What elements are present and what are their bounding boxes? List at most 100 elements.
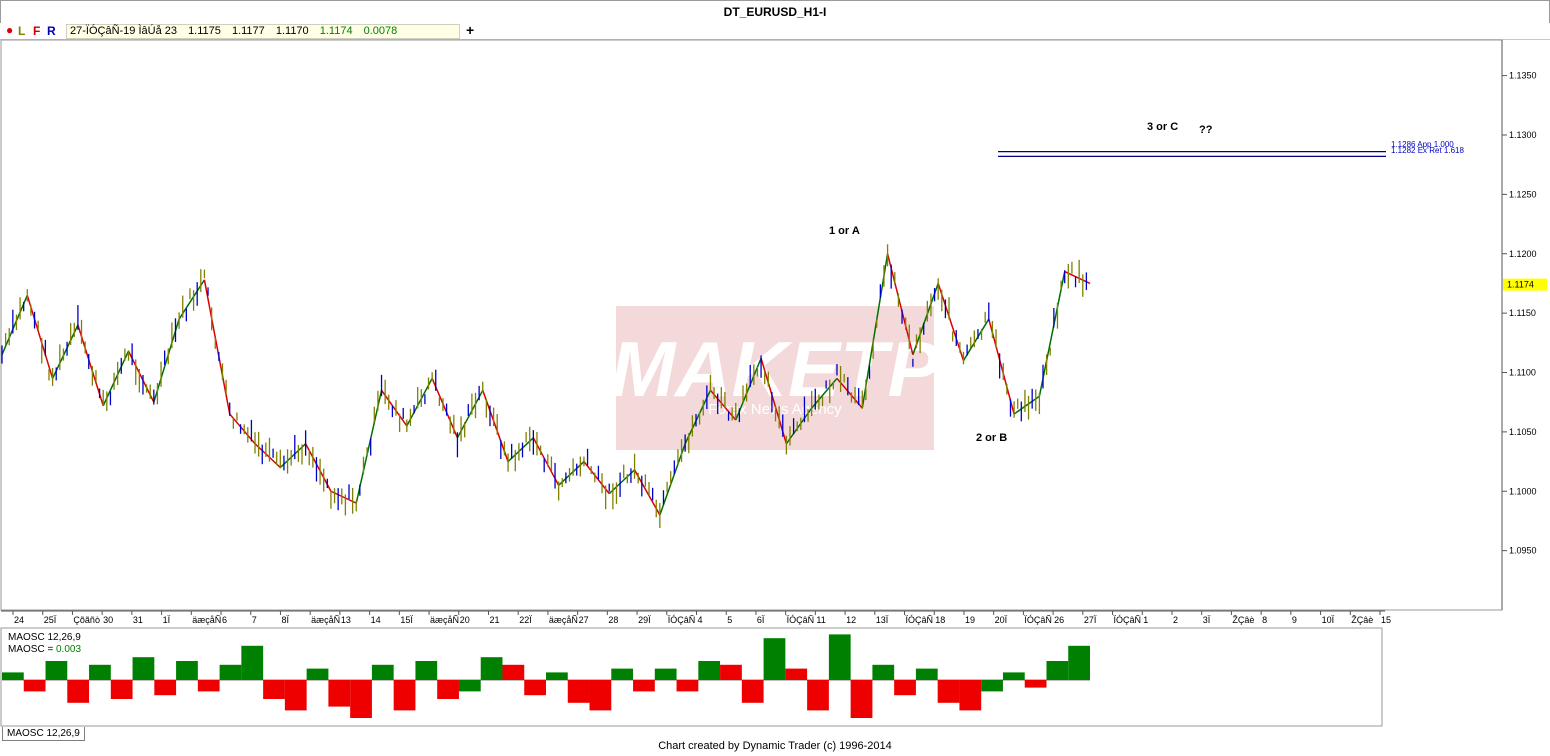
oscillator-histogram: [2, 634, 1090, 718]
oscillator-bar: [306, 668, 329, 680]
price-axis: 1.1350 1.1300 1.1250 1.1200 1.1150 1.1100 1.10…: [1502, 71, 1537, 556]
oscillator-bar: [915, 668, 938, 680]
x-tick-label: 24: [14, 615, 24, 625]
wave-label-question: ??: [1199, 124, 1213, 136]
x-tick-label: 13Ï: [876, 615, 889, 625]
oscillator-bar: [1002, 672, 1025, 680]
x-tick-label: 15: [1381, 615, 1391, 625]
y-tick-label: 1.1000: [1509, 486, 1537, 496]
x-tick-label: 19: [965, 615, 975, 625]
oscillator-bar: [676, 680, 699, 692]
x-tick-label: 7: [252, 615, 257, 625]
time-axis: 24 25Ï Çõãñò 30 31 1Ï äæçåÑ 6 7 8Ï äæçåÑ 13 14 15Ï äæç…: [12, 611, 1391, 625]
x-tick-label: ÏÓÇâÑ: [906, 615, 934, 625]
indicator-pane-frame: [0, 627, 1383, 727]
x-tick-label: Çõãñò: [73, 615, 100, 625]
y-tick-label: 1.1050: [1509, 427, 1537, 437]
oscillator-bar: [959, 680, 982, 711]
price-chart[interactable]: MAKETP Forex News Agency 1.13501.13001.1…: [0, 0, 1550, 756]
x-tick-label: ŽÇâè: [1232, 615, 1254, 625]
x-tick-label: 1: [1143, 615, 1148, 625]
x-tick-label: 25Ï: [44, 615, 57, 625]
oscillator-bar: [89, 664, 111, 680]
x-tick-label: 4: [698, 615, 703, 625]
current-price-label: 1.1174: [1507, 280, 1534, 290]
x-tick-label: 20: [460, 615, 470, 625]
y-tick-label: 1.1200: [1509, 249, 1537, 259]
y-tick-label: 1.1300: [1509, 130, 1537, 140]
oscillator-bar: [589, 680, 612, 711]
x-tick-label: 11: [816, 615, 825, 625]
oscillator-bar: [763, 638, 786, 680]
y-tick-label: 1.1250: [1509, 189, 1537, 199]
x-tick-label: 29Ï: [638, 615, 651, 625]
oscillator-bar: [45, 661, 68, 680]
x-tick-label: äæçåÑ: [192, 615, 221, 625]
x-tick-label: 31: [133, 615, 143, 625]
x-tick-label: 21: [489, 615, 499, 625]
oscillator-bar: [633, 680, 655, 692]
oscillator-bar: [132, 657, 155, 680]
x-tick-label: 12: [846, 615, 856, 625]
oscillator-bar: [1024, 680, 1047, 688]
oscillator-bar: [328, 680, 351, 707]
wave-label-2-or-b: 2 or B: [976, 432, 1007, 444]
oscillator-bar: [981, 680, 1003, 692]
x-tick-label: 20Ï: [995, 615, 1008, 625]
oscillator-bar: [720, 664, 742, 680]
indicator-value-label: MAOSC =: [8, 644, 53, 655]
wave-label-3-or-c: 3 or C: [1147, 121, 1178, 133]
x-tick-label: 14: [371, 615, 381, 625]
oscillator-bar: [437, 680, 459, 699]
oscillator-bar: [1068, 645, 1090, 680]
x-tick-label: 2: [1173, 615, 1178, 625]
indicator-tab[interactable]: MAOSC 12,26,9: [2, 727, 85, 741]
oscillator-bar: [110, 680, 133, 699]
oscillator-bar: [785, 668, 808, 680]
oscillator-bar: [567, 680, 590, 703]
oscillator-bar: [1046, 661, 1069, 680]
oscillator-bar: [828, 634, 851, 680]
y-tick-label: 1.1350: [1509, 71, 1537, 81]
x-tick-label: 10Ï: [1322, 615, 1335, 625]
oscillator-bar: [350, 680, 372, 718]
oscillator-bar: [502, 664, 525, 680]
target-label-2: 1.1282 Ex Ret 1.618: [1391, 146, 1464, 155]
x-tick-label: ÏÓÇâÑ: [1024, 615, 1052, 625]
x-tick-label: 26: [1054, 615, 1064, 625]
oscillator-bar: [458, 680, 481, 692]
y-tick-label: 1.1150: [1509, 308, 1536, 318]
oscillator-bar: [241, 645, 264, 680]
y-tick-label: 1.0950: [1509, 546, 1537, 556]
oscillator-bar: [197, 680, 220, 692]
x-tick-label: 28: [608, 615, 618, 625]
oscillator-bar: [393, 680, 416, 711]
oscillator-bar: [872, 664, 895, 680]
x-tick-label: 3Ï: [1203, 615, 1211, 625]
oscillator-bar: [263, 680, 285, 699]
oscillator-bar: [698, 661, 721, 680]
x-tick-label: 27: [579, 615, 589, 625]
oscillator-bar: [480, 657, 503, 680]
x-tick-label: 6Ï: [757, 615, 765, 625]
x-tick-label: äæçåÑ: [549, 615, 578, 625]
oscillator-bar: [154, 680, 177, 696]
oscillator-bar: [371, 664, 394, 680]
oscillator-bar: [894, 680, 916, 696]
oscillator-bar: [176, 661, 198, 680]
x-tick-label: ÏÓÇâÑ: [668, 615, 696, 625]
x-tick-label: äæçåÑ: [430, 615, 459, 625]
oscillator-bar: [937, 680, 960, 703]
x-tick-label: ÏÓÇâÑ: [787, 615, 815, 625]
oscillator-bar: [546, 672, 568, 680]
oscillator-bar: [23, 680, 46, 692]
x-tick-label: ŽÇâè: [1351, 615, 1373, 625]
oscillator-bar: [611, 668, 634, 680]
watermark: MAKETP Forex News Agency: [610, 306, 941, 450]
x-tick-label: äæçåÑ: [311, 615, 340, 625]
x-tick-label: ÏÓÇâÑ: [1114, 615, 1142, 625]
y-tick-label: 1.1100: [1509, 368, 1536, 378]
oscillator-bar: [284, 680, 307, 711]
x-tick-label: 6: [222, 615, 227, 625]
oscillator-bar: [524, 680, 546, 696]
